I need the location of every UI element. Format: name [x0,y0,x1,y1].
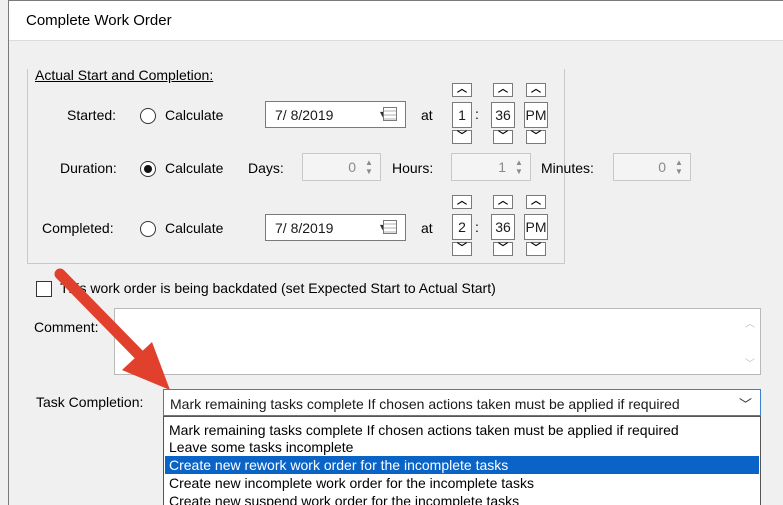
hours-spinner-icon[interactable]: ▲ ▼ [512,158,526,176]
started-ampm-down-icon[interactable]: ﹀ [526,130,546,144]
started-calculate-label[interactable]: Calculate [165,107,223,123]
started-label: Started: [67,107,117,123]
started-calculate-radio[interactable] [140,108,156,124]
dropdown-option[interactable]: Mark remaining tasks complete If chosen … [165,421,759,439]
started-hour-field[interactable]: 1 [452,102,472,128]
started-ampm-up-icon[interactable]: ︿ [526,83,546,97]
minutes-spinner-icon[interactable]: ▲ ▼ [672,158,686,176]
completed-minute-down-icon[interactable]: ﹀ [493,242,513,256]
completed-hour-field[interactable]: 2 [452,214,472,240]
task-completion-label: Task Completion: [36,394,144,410]
task-completion-dropdown: Mark remaining tasks complete If chosen … [163,416,761,505]
duration-label: Duration: [60,160,117,176]
started-minute-field[interactable]: 36 [491,102,515,128]
dialog-title: Complete Work Order [26,12,172,29]
task-completion-selected-value: Mark remaining tasks complete If chosen … [170,396,680,412]
completed-date-value: 7/ 8/2019 [275,220,334,236]
completed-hour-up-icon[interactable]: ︿ [452,195,472,209]
dialog-titlebar: Complete Work Order [9,1,783,41]
completed-ampm-down-icon[interactable]: ﹀ [526,242,546,256]
started-hour-down-icon[interactable]: ﹀ [452,130,472,144]
backdated-checkbox[interactable] [36,281,52,297]
hours-field[interactable]: 1 ▲ ▼ [451,153,531,181]
hours-label: Hours: [392,160,434,176]
minutes-value: 0 [658,159,666,175]
started-ampm-field[interactable]: PM [524,102,548,128]
scroll-down-icon[interactable]: ﹀ [745,355,755,370]
completed-time-separator: : [475,219,479,235]
calendar-icon [383,220,397,234]
scroll-up-icon[interactable]: ︿ [745,315,755,330]
duration-calculate-label[interactable]: Calculate [165,160,223,176]
hours-value: 1 [498,159,506,175]
dropdown-option-highlighted[interactable]: Create new rework work order for the inc… [165,456,759,474]
completed-at-label: at [421,220,433,236]
dropdown-option[interactable]: Leave some tasks incomplete [165,438,759,456]
dropdown-option[interactable]: Create new incomplete work order for the… [165,474,759,492]
chevron-down-icon[interactable]: ﹀ [739,394,752,413]
minutes-label: Minutes: [541,160,594,176]
duration-calculate-radio[interactable] [140,161,156,177]
comment-scrollbar[interactable]: ︿ ﹀ [742,309,760,374]
started-time-separator: : [475,106,479,122]
completed-calculate-label[interactable]: Calculate [165,220,223,236]
started-at-label: at [421,107,433,123]
days-field[interactable]: 0 ▲ ▼ [302,153,381,181]
completed-minute-field[interactable]: 36 [491,214,515,240]
started-date-value: 7/ 8/2019 [275,107,334,123]
comment-textarea[interactable]: ︿ ﹀ [114,308,761,375]
comment-label: Comment: [34,319,99,335]
backdated-label[interactable]: This work order is being backdated (set … [60,280,496,296]
task-completion-select[interactable]: Mark remaining tasks complete If chosen … [163,389,761,416]
calendar-icon [383,107,397,121]
completed-ampm-field[interactable]: PM [524,214,548,240]
days-spinner-icon[interactable]: ▲ ▼ [362,158,376,176]
started-hour-up-icon[interactable]: ︿ [452,83,472,97]
completed-label: Completed: [42,220,114,236]
days-label: Days: [248,160,284,176]
started-date-picker[interactable]: 7/ 8/2019 ▼ [265,101,406,128]
started-minute-down-icon[interactable]: ﹀ [493,130,513,144]
started-minute-up-icon[interactable]: ︿ [493,83,513,97]
completed-calculate-radio[interactable] [140,221,156,237]
dropdown-option[interactable]: Create new suspend work order for the in… [165,492,759,505]
completed-minute-up-icon[interactable]: ︿ [493,195,513,209]
completed-hour-down-icon[interactable]: ﹀ [452,242,472,256]
completed-date-picker[interactable]: 7/ 8/2019 ▼ [265,214,406,241]
completed-ampm-up-icon[interactable]: ︿ [526,195,546,209]
days-value: 0 [348,159,356,175]
minutes-field[interactable]: 0 ▲ ▼ [613,153,691,181]
